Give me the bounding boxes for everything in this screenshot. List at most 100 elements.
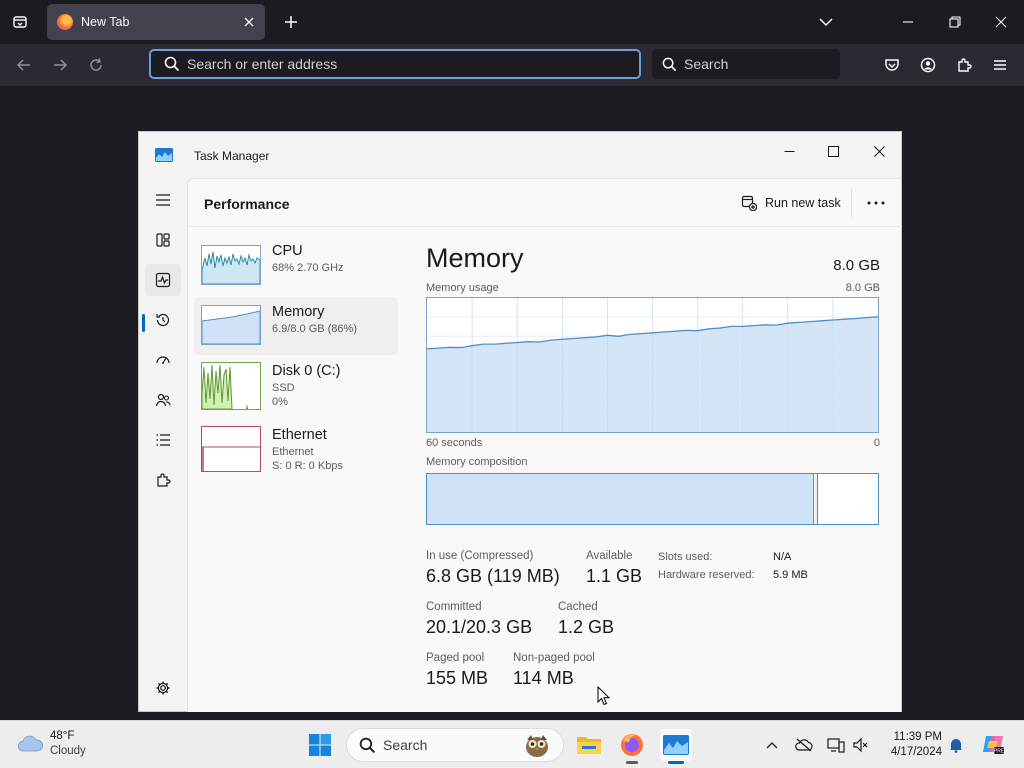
nav-startup-apps[interactable] <box>145 344 181 376</box>
notifications-button[interactable] <box>946 735 966 755</box>
account-button[interactable] <box>915 52 941 78</box>
forward-button[interactable] <box>47 52 73 78</box>
perf-item-subtitle: SSD <box>272 382 295 394</box>
web-search-input[interactable] <box>684 56 824 72</box>
new-tab-button[interactable] <box>279 10 303 34</box>
running-indicator <box>626 761 638 764</box>
windows-taskbar: 48°F Cloudy Search 11:39 PM 4/17/2024 PR… <box>0 720 1024 768</box>
address-bar[interactable] <box>149 49 641 79</box>
firefox-icon <box>621 734 643 756</box>
run-new-task-button[interactable]: Run new task <box>740 192 841 214</box>
tm-maximize-button[interactable] <box>810 136 856 166</box>
paged-pool-label: Paged pool <box>426 652 485 664</box>
memory-usage-graph <box>426 297 879 433</box>
list-all-tabs-button[interactable] <box>8 10 32 34</box>
taskbar-search-box[interactable]: Search <box>346 728 564 762</box>
tm-close-button[interactable] <box>856 136 902 166</box>
nav-users[interactable] <box>145 384 181 416</box>
time-axis-left-label: 60 seconds <box>426 437 483 449</box>
reload-button[interactable] <box>83 52 109 78</box>
nav-settings[interactable] <box>145 672 181 704</box>
address-input[interactable] <box>187 56 607 72</box>
tab-close-button[interactable] <box>237 10 261 34</box>
onedrive-tray-icon[interactable] <box>794 735 814 755</box>
cpu-thumbnail-graph <box>201 245 261 285</box>
speedometer-icon <box>156 356 170 364</box>
perf-item-disk[interactable]: Disk 0 (C:) SSD 0% <box>194 357 398 417</box>
available-value: 1.1 GB <box>586 566 643 586</box>
processes-icon <box>156 233 170 247</box>
page-title: Performance <box>204 196 290 212</box>
task-manager-app-icon <box>155 148 173 162</box>
perf-item-cpu[interactable]: CPU 68% 2.70 GHz <box>194 237 398 293</box>
weather-condition: Cloudy <box>50 745 86 757</box>
memory-total: 8.0 GB <box>833 257 880 274</box>
nav-performance[interactable] <box>145 264 181 296</box>
minimize-icon <box>903 21 913 23</box>
minimize-icon <box>784 150 794 152</box>
clock-date: 4/17/2024 <box>890 746 942 758</box>
slots-used-label: Slots used: <box>658 551 713 563</box>
windows-start-button[interactable] <box>308 733 332 757</box>
nav-services[interactable] <box>145 464 181 496</box>
extensions-button[interactable] <box>951 52 977 78</box>
web-search-bar[interactable] <box>652 49 840 79</box>
volume-tray-icon[interactable] <box>851 735 871 755</box>
copilot-icon: PRE <box>983 736 1005 755</box>
weather-widget[interactable]: 48°F Cloudy <box>16 729 86 759</box>
non-paged-pool-value: 114 MB <box>513 668 574 688</box>
network-tray-icon[interactable] <box>826 735 846 755</box>
nav-app-history[interactable] <box>145 304 181 336</box>
tm-minimize-button[interactable] <box>766 136 812 166</box>
firefox-icon <box>57 14 73 30</box>
memory-composition-label: Memory composition <box>426 456 528 468</box>
performance-icon <box>155 272 171 288</box>
weather-temperature: 48°F <box>50 730 75 742</box>
svg-text:PRE: PRE <box>994 749 1005 755</box>
back-button[interactable] <box>11 52 37 78</box>
perf-item-ethernet[interactable]: Ethernet Ethernet S: 0 R: 0 Kbps <box>194 421 398 481</box>
perf-item-subtitle: 68% 2.70 GHz <box>272 262 344 274</box>
task-manager-title-bar[interactable]: Task Manager <box>139 132 901 178</box>
committed-value: 20.1/20.3 GB <box>426 617 533 637</box>
perf-item-detail: 0% <box>272 396 288 408</box>
taskbar-clock[interactable]: 11:39 PM 4/17/2024 <box>882 730 942 760</box>
task-manager-taskbar-button[interactable] <box>660 729 692 764</box>
search-highlight-owl-icon <box>526 735 548 757</box>
search-icon <box>157 56 187 72</box>
running-indicator <box>668 761 684 764</box>
search-icon <box>357 737 377 754</box>
account-icon <box>920 57 936 73</box>
services-puzzle-icon <box>157 473 171 487</box>
disk-thumbnail-graph <box>201 362 261 410</box>
more-horizontal-icon <box>867 201 885 205</box>
nav-details[interactable] <box>145 424 181 456</box>
close-window-button[interactable] <box>986 8 1016 36</box>
tab-list-icon <box>13 16 27 28</box>
firefox-taskbar-button[interactable] <box>616 729 648 764</box>
memory-usage-label: Memory usage <box>426 282 499 294</box>
copilot-button[interactable]: PRE <box>980 731 1006 757</box>
close-icon <box>244 17 254 27</box>
app-menu-button[interactable] <box>987 52 1013 78</box>
pocket-button[interactable] <box>879 52 905 78</box>
file-explorer-taskbar-button[interactable] <box>573 729 605 761</box>
close-icon <box>995 16 1007 28</box>
more-options-button[interactable] <box>861 191 891 215</box>
mouse-cursor-icon <box>597 686 611 706</box>
committed-label: Committed <box>426 601 482 613</box>
network-icon <box>827 738 845 753</box>
show-hidden-icons-button[interactable] <box>762 735 782 755</box>
chevron-down-icon <box>819 18 833 27</box>
perf-item-detail: S: 0 R: 0 Kbps <box>272 460 343 472</box>
hardware-reserved-label: Hardware reserved: <box>658 569 755 581</box>
minimize-button[interactable] <box>893 8 923 36</box>
perf-item-memory[interactable]: Memory 6.9/8.0 GB (86%) <box>194 297 398 355</box>
tab-overflow-button[interactable] <box>811 8 841 36</box>
nav-menu-button[interactable] <box>145 184 181 216</box>
restore-button[interactable] <box>940 8 970 36</box>
hamburger-menu-icon <box>994 60 1006 70</box>
nav-processes[interactable] <box>145 224 181 256</box>
perf-item-name: Ethernet <box>272 427 327 443</box>
browser-tab[interactable]: New Tab <box>47 4 265 40</box>
